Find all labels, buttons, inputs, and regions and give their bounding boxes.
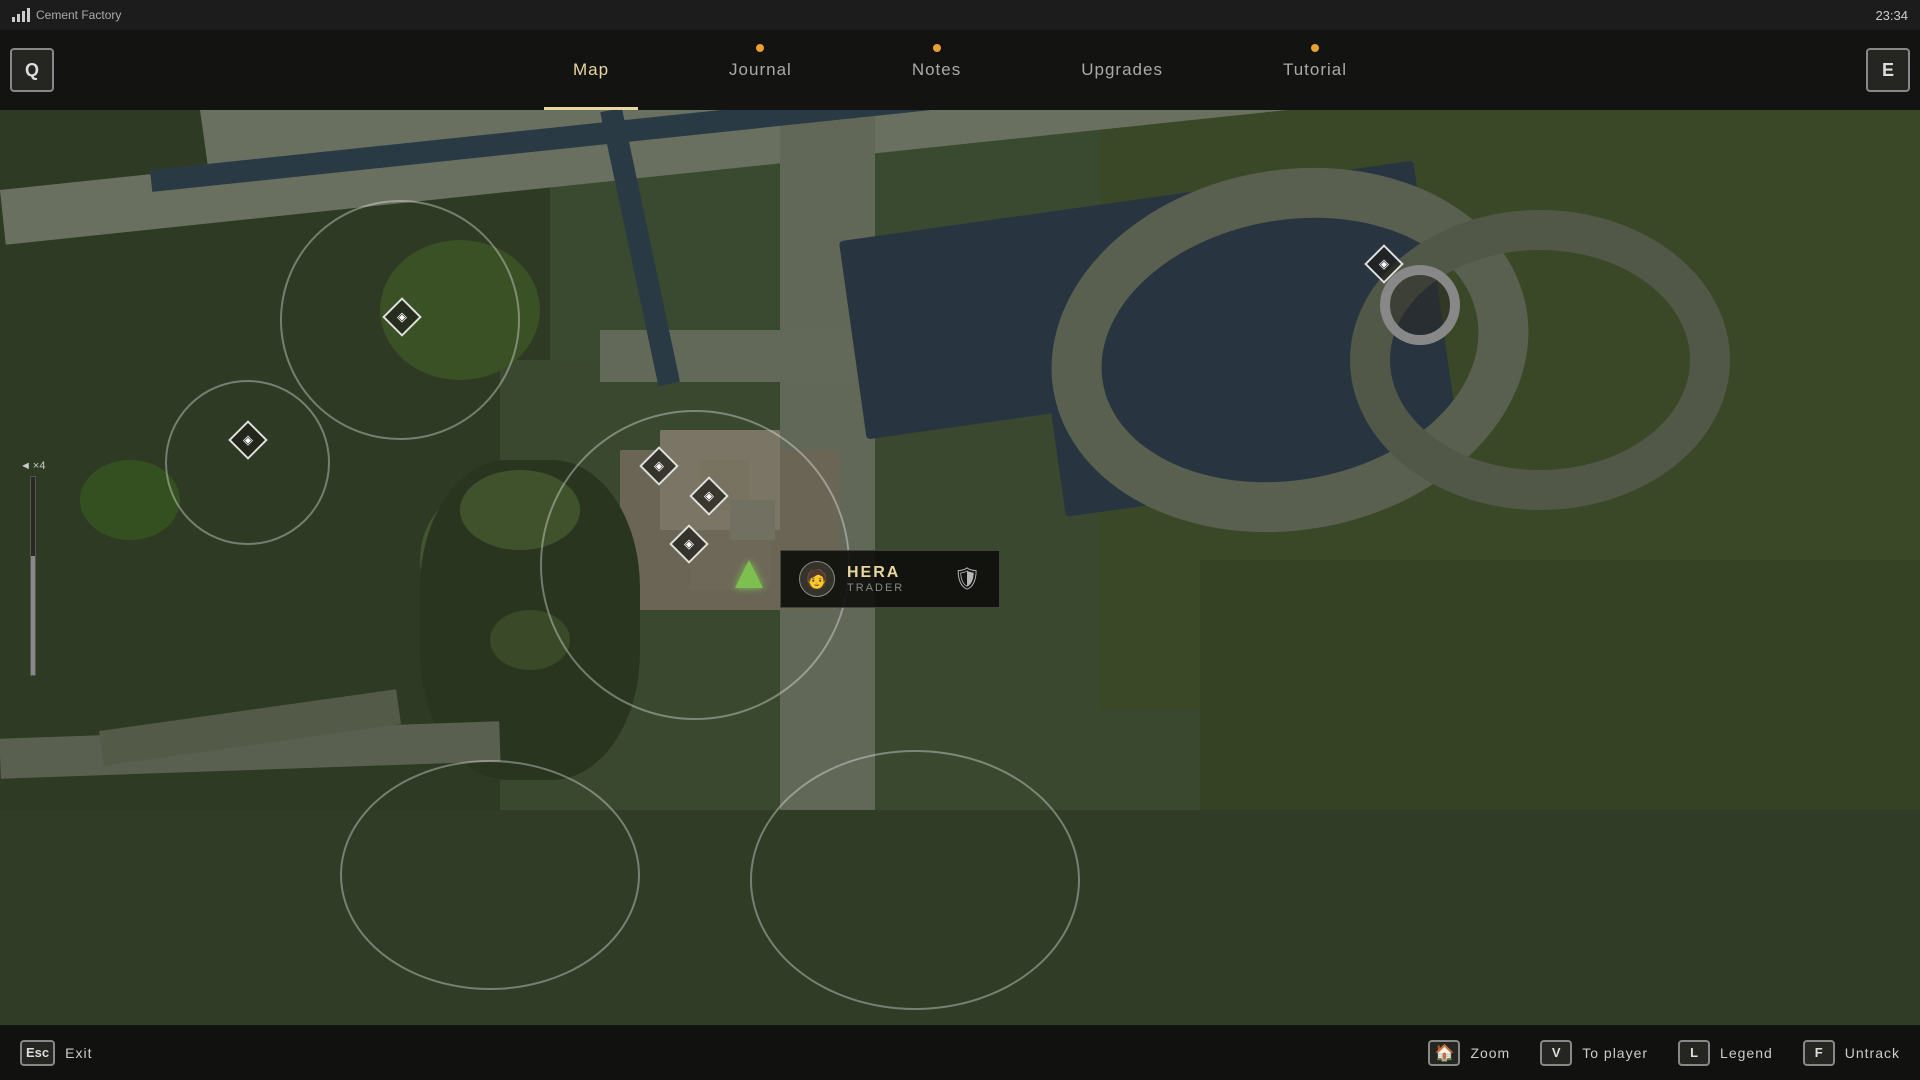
bottom-bar: Esc Exit 🏠 Zoom V To player L Legend F U… (0, 1025, 1920, 1080)
marker-center-3[interactable] (675, 530, 703, 558)
zoom-btn-label: Zoom (1470, 1045, 1510, 1061)
hera-shield-icon: 🛡 (953, 566, 981, 592)
diamond-icon-2 (228, 420, 268, 460)
tab-tutorial-label: Tutorial (1283, 60, 1347, 80)
hera-avatar-icon: 🧑 (806, 569, 828, 590)
tab-notes[interactable]: Notes (852, 30, 1021, 110)
tab-map[interactable]: Map (513, 30, 669, 110)
zoom-fill (31, 556, 35, 675)
map-area[interactable]: 🧑 HERA TRADER 🛡 ◄ ×4 (0, 110, 1920, 1025)
player-marker (735, 560, 763, 588)
zoom-indicator: ◄ ×4 (20, 460, 45, 676)
map-background: 🧑 HERA TRADER 🛡 ◄ ×4 (0, 110, 1920, 1025)
diamond-icon-4 (689, 476, 729, 516)
zoom-label: ◄ ×4 (20, 460, 45, 472)
untrack-label: Untrack (1845, 1045, 1900, 1061)
zoom-button[interactable]: 🏠 Zoom (1428, 1040, 1510, 1066)
navigation-bar: Q Map Journal Notes Upgrades Tutorial E (0, 30, 1920, 110)
signal-icon (12, 8, 30, 22)
tab-tutorial[interactable]: Tutorial (1223, 30, 1407, 110)
diamond-icon-6 (1364, 244, 1404, 284)
system-topbar: Cement Factory 23:34 (0, 0, 1920, 30)
zoom-value: ×4 (33, 460, 46, 472)
hera-role: TRADER (847, 582, 941, 594)
tab-upgrades-label: Upgrades (1081, 60, 1163, 80)
legend-button[interactable]: L Legend (1678, 1040, 1773, 1066)
clock: 23:34 (1875, 8, 1908, 23)
marker-upper-right[interactable] (1370, 250, 1398, 278)
zoom-bar[interactable] (30, 476, 36, 676)
hera-avatar: 🧑 (799, 561, 835, 597)
zone-bottom-left (340, 760, 640, 990)
topbar-left: Cement Factory (12, 8, 121, 22)
zone-bottom-center (750, 750, 1080, 1010)
track-detail-1 (1350, 210, 1730, 510)
player-triangle-icon (735, 560, 763, 588)
tab-notes-label: Notes (912, 60, 961, 80)
marker-center-1[interactable] (645, 452, 673, 480)
nav-tabs: Map Journal Notes Upgrades Tutorial (64, 30, 1856, 110)
diamond-icon-1 (382, 297, 422, 337)
tab-map-label: Map (573, 60, 609, 80)
tab-journal-label: Journal (729, 60, 792, 80)
legend-label: Legend (1720, 1045, 1773, 1061)
to-player-label: To player (1582, 1045, 1648, 1061)
hera-info: HERA TRADER (847, 564, 941, 594)
untrack-button[interactable]: F Untrack (1803, 1040, 1900, 1066)
tutorial-notification-dot (1311, 44, 1319, 52)
exit-label: Exit (65, 1045, 92, 1061)
marker-left-small[interactable] (234, 426, 262, 454)
tab-journal[interactable]: Journal (669, 30, 852, 110)
exit-button[interactable]: Esc Exit (20, 1040, 92, 1066)
location-label: Cement Factory (36, 8, 121, 22)
hera-tooltip[interactable]: 🧑 HERA TRADER 🛡 (780, 550, 1000, 608)
nav-right-key[interactable]: E (1866, 48, 1910, 92)
nav-left-key[interactable]: Q (10, 48, 54, 92)
marker-upper-left[interactable] (388, 303, 416, 331)
journal-notification-dot (756, 44, 764, 52)
diamond-icon-3 (639, 446, 679, 486)
diamond-icon-5 (669, 524, 709, 564)
notes-notification-dot (933, 44, 941, 52)
to-player-button[interactable]: V To player (1540, 1040, 1648, 1066)
marker-center-2[interactable] (695, 482, 723, 510)
v-key-badge: V (1540, 1040, 1572, 1066)
l-key-badge: L (1678, 1040, 1710, 1066)
hera-name: HERA (847, 564, 941, 582)
f-key-badge: F (1803, 1040, 1835, 1066)
zone-left-small (165, 380, 330, 545)
zoom-icon-badge: 🏠 (1428, 1040, 1460, 1066)
esc-key-badge: Esc (20, 1040, 55, 1066)
zoom-arrow: ◄ (20, 460, 31, 472)
tab-upgrades[interactable]: Upgrades (1021, 30, 1223, 110)
